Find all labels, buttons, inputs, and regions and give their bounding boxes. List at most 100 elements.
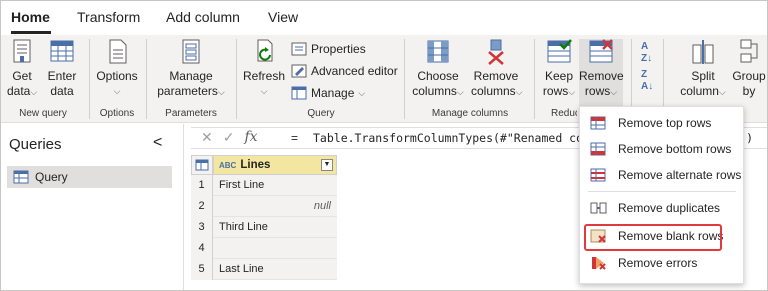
choose-columns-button[interactable]: Choose columns⌵ <box>411 39 465 100</box>
keep-rows-icon <box>547 39 572 63</box>
filter-dropdown-icon[interactable]: ▼ <box>321 159 333 171</box>
active-tab-underline <box>11 31 51 34</box>
query-item-label: Query <box>35 170 68 184</box>
queries-title: Queries <box>9 136 62 153</box>
remove-rows-button[interactable]: Remove rows⌵ <box>579 39 624 109</box>
chevron-down-icon: ⌵ <box>610 87 618 97</box>
manage-parameters-label-1: Manage <box>169 69 213 83</box>
row-number: 5 <box>191 259 213 280</box>
row-number: 1 <box>191 175 213 196</box>
chevron-down-icon: ⌵ <box>718 87 726 97</box>
table-cell[interactable]: Last Line <box>213 259 337 280</box>
advanced-editor-button[interactable]: Advanced editor <box>291 63 398 79</box>
options-label: Options <box>96 69 138 83</box>
table-cell[interactable] <box>213 238 337 259</box>
manage-label: Manage <box>311 86 355 100</box>
choose-columns-label-2: columns <box>412 84 457 98</box>
formula-equals: = <box>291 131 299 145</box>
tab-transform[interactable]: Transform <box>77 9 140 25</box>
choose-columns-icon <box>427 40 449 63</box>
formula-input-end[interactable]: ) <box>746 131 753 145</box>
menu-item-remove-alternate-rows[interactable]: Remove alternate rows <box>580 163 745 187</box>
enter-data-label-2: data <box>50 84 74 98</box>
manage-icon <box>291 86 307 100</box>
table-icon <box>13 170 29 184</box>
properties-label: Properties <box>311 42 366 56</box>
chevron-down-icon: ⌵ <box>568 87 576 97</box>
remove-bottom-rows-icon <box>590 142 606 156</box>
fx-icon[interactable]: fx <box>244 129 257 146</box>
chevron-down-icon: ⌵ <box>456 87 464 97</box>
table-cell[interactable]: null <box>213 196 337 217</box>
remove-columns-icon <box>488 39 504 65</box>
options-button[interactable]: Options ⌵ <box>95 39 139 99</box>
text-type-icon[interactable]: ABC <box>219 161 236 170</box>
row-number: 2 <box>191 196 213 217</box>
get-data-label-1: Get <box>12 69 32 83</box>
remove-rows-menu: Remove top rows Remove bottom rows Remov… <box>579 106 744 284</box>
group-separator <box>534 39 535 119</box>
chevron-down-icon: ⌵ <box>30 87 38 97</box>
group-by-button[interactable]: Group by <box>731 39 767 99</box>
menu-item-label: Remove duplicates <box>618 201 721 215</box>
sort-descending-icon[interactable]: Z A↓ <box>641 69 653 93</box>
split-column-button[interactable]: Split column⌵ <box>679 39 727 100</box>
manage-parameters-label-2: parameters <box>157 84 218 98</box>
group-by-icon <box>740 39 758 63</box>
get-data-button[interactable]: Get data⌵ <box>7 39 37 100</box>
refresh-button[interactable]: Refresh ⌵ <box>243 39 285 99</box>
keep-rows-label-1: Keep <box>544 69 574 83</box>
group-by-label-1: Group <box>732 69 766 83</box>
commit-icon[interactable]: ✓ <box>223 129 235 146</box>
tab-add-column[interactable]: Add column <box>166 9 240 25</box>
power-query-window: Home Transform Add column View Get data⌵ <box>0 0 768 291</box>
enter-data-button[interactable]: Enter data <box>45 39 79 99</box>
sort-ascending-icon[interactable]: A Z↓ <box>641 41 652 65</box>
manage-button[interactable]: Manage ⌵ <box>291 85 365 101</box>
group-separator <box>404 39 405 119</box>
menu-item-label: Remove errors <box>618 256 698 270</box>
remove-alternate-rows-icon <box>590 168 606 182</box>
cancel-icon[interactable]: ✕ <box>201 129 213 146</box>
formula-input[interactable]: Table.TransformColumnTypes(#"Renamed col… <box>313 131 604 145</box>
split-column-icon <box>692 40 714 64</box>
row-number: 3 <box>191 217 213 238</box>
ribbon-tabs: Home Transform Add column View <box>1 1 767 35</box>
menu-item-remove-duplicates[interactable]: Remove duplicates <box>580 196 745 220</box>
group-separator <box>236 39 237 119</box>
tab-view[interactable]: View <box>268 9 298 25</box>
table-icon <box>50 40 74 62</box>
menu-item-remove-top-rows[interactable]: Remove top rows <box>580 111 745 135</box>
chevron-down-icon: ⌵ <box>358 88 366 98</box>
column-name: Lines <box>240 159 271 171</box>
remove-columns-label-1: Remove <box>473 69 519 83</box>
properties-button[interactable]: Properties <box>291 41 366 57</box>
keep-rows-button[interactable]: Keep rows⌵ <box>541 39 577 100</box>
keep-rows-label-2: rows <box>542 84 569 98</box>
chevron-down-icon: ⌵ <box>113 86 121 96</box>
split-column-label-1: Split <box>691 69 715 83</box>
properties-icon <box>291 42 307 56</box>
group-by-label-2: by <box>742 84 756 98</box>
menu-item-label: Remove alternate rows <box>618 168 742 182</box>
menu-item-remove-bottom-rows[interactable]: Remove bottom rows <box>580 137 745 161</box>
table-menu-icon[interactable] <box>191 155 213 175</box>
chevron-down-icon: ⌵ <box>260 86 268 96</box>
query-list-item[interactable]: Query <box>7 166 172 188</box>
chevron-down-icon: ⌵ <box>515 87 523 97</box>
table-cell[interactable]: First Line <box>213 175 337 196</box>
collapse-icon[interactable]: < <box>153 134 162 152</box>
refresh-icon <box>257 39 273 62</box>
group-label-new-query: New query <box>19 108 67 119</box>
menu-item-remove-errors[interactable]: Remove errors <box>580 251 745 275</box>
group-label-parameters: Parameters <box>165 108 217 119</box>
manage-parameters-button[interactable]: Manage parameters⌵ <box>153 39 229 100</box>
column-header-lines[interactable]: ABC Lines ▼ <box>213 155 337 175</box>
table-cell[interactable]: Third Line <box>213 217 337 238</box>
group-label-query: Query <box>307 108 335 119</box>
remove-errors-icon <box>592 257 606 270</box>
remove-columns-button[interactable]: Remove columns⌵ <box>471 39 523 100</box>
refresh-label: Refresh <box>243 69 286 83</box>
group-separator <box>146 39 147 119</box>
tab-home[interactable]: Home <box>11 9 50 25</box>
